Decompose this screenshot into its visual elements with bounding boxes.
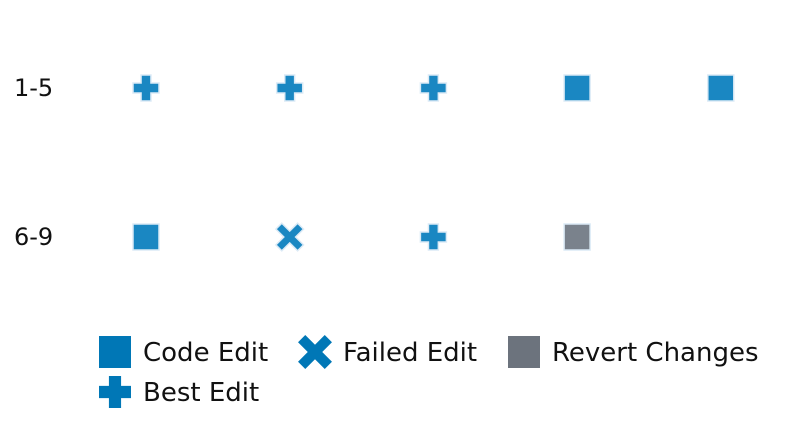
legend-marker-code-edit (99, 336, 131, 368)
legend-marker-best-edit (99, 376, 131, 408)
row-label: 1-5 (14, 74, 53, 102)
chart-svg: 1-5 6-9 Code Edit Failed Edit Revert Change… (14, 74, 759, 408)
marker-code-edit (563, 74, 591, 102)
legend-marker-failed-edit (298, 335, 332, 369)
row-1-5: 1-5 (14, 74, 735, 102)
legend-label: Failed Edit (343, 338, 477, 368)
marker-code-edit (132, 223, 160, 251)
marker-best-edit (419, 223, 448, 251)
legend-label: Code Edit (143, 338, 268, 368)
legend-item-revert-changes: Revert Changes (508, 336, 759, 368)
legend-label: Best Edit (143, 378, 259, 408)
legend-label: Revert Changes (552, 338, 759, 368)
chart: 1-5 6-9 Code Edit Failed Edit Revert Change… (0, 0, 807, 431)
legend-item-failed-edit: Failed Edit (298, 335, 477, 369)
marker-failed-edit (274, 222, 305, 252)
legend-item-code-edit: Code Edit (99, 336, 268, 368)
marker-best-edit (275, 74, 304, 102)
row-6-9: 6-9 (14, 222, 591, 252)
marker-code-edit (707, 74, 735, 102)
legend: Code Edit Failed Edit Revert Changes Best E… (99, 335, 759, 408)
row-label: 6-9 (14, 223, 53, 251)
rows-layer: 1-5 6-9 (14, 74, 735, 252)
marker-revert-changes (563, 223, 591, 251)
legend-item-best-edit: Best Edit (99, 376, 259, 408)
marker-best-edit (419, 74, 448, 102)
legend-marker-revert-changes (508, 336, 540, 368)
marker-best-edit (132, 74, 160, 102)
